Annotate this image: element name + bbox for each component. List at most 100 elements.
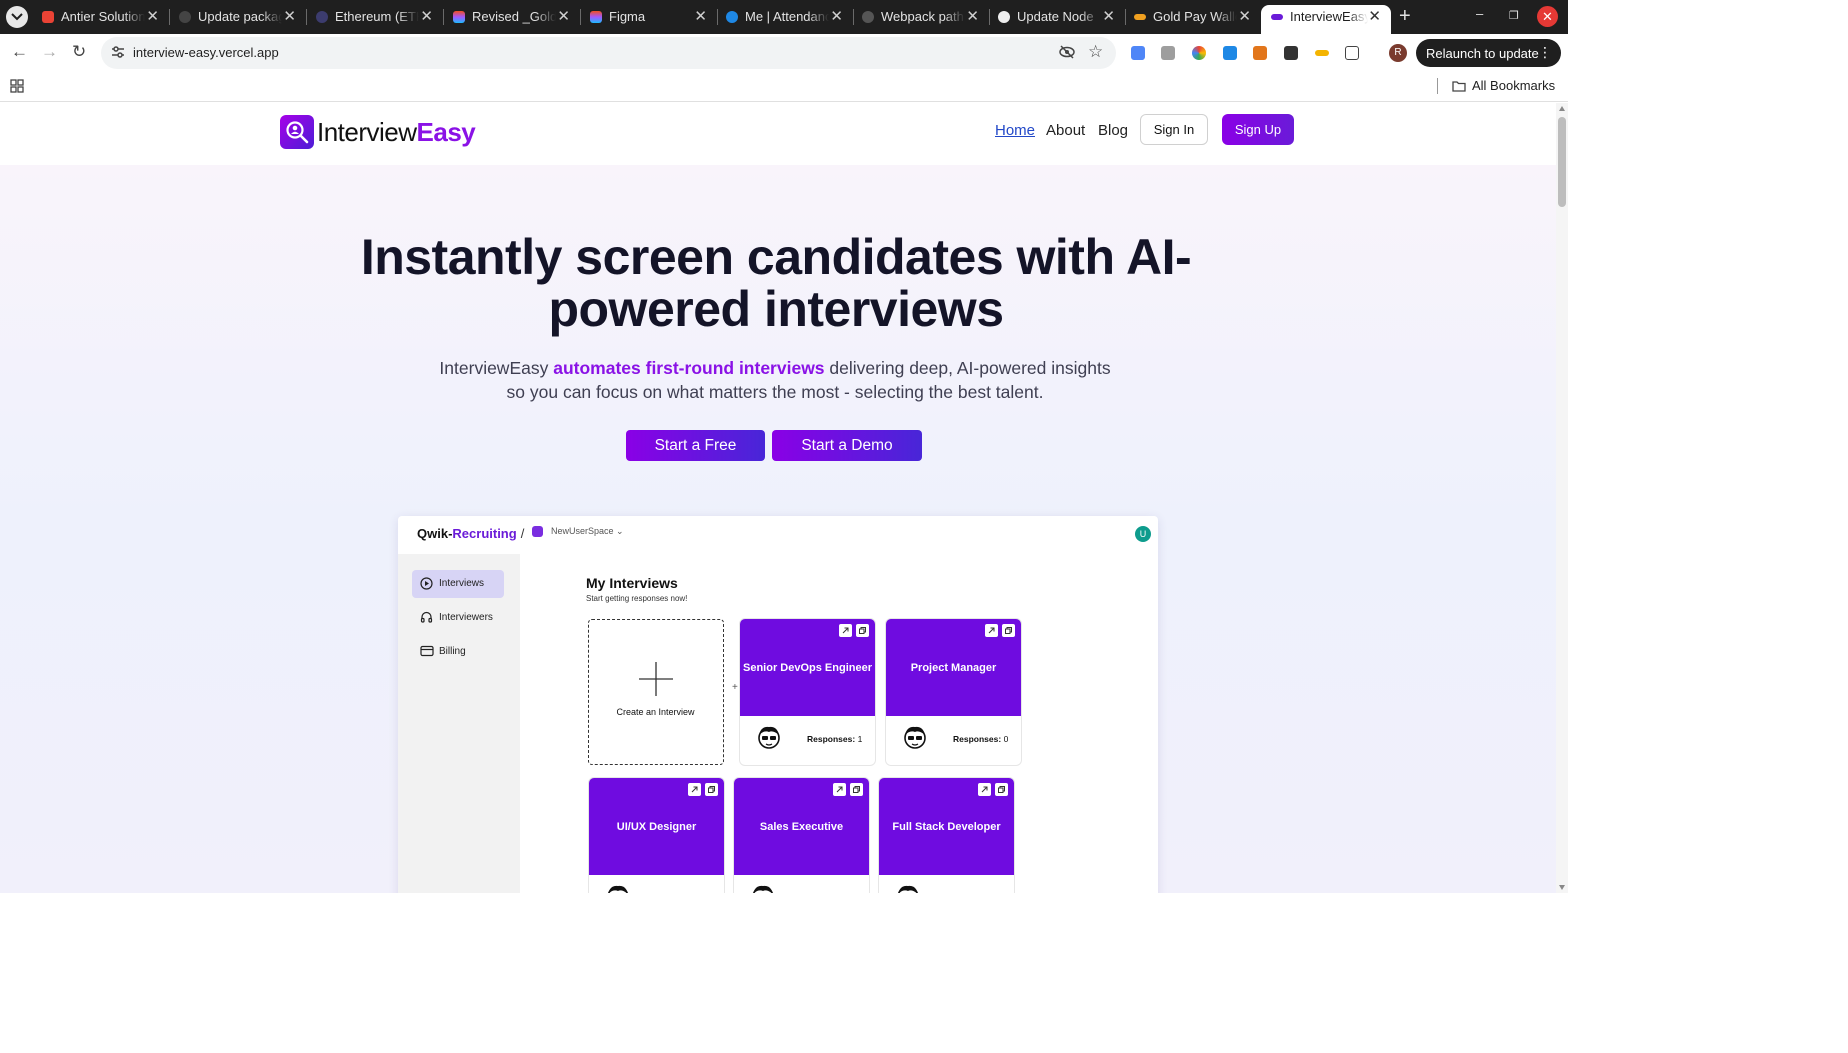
site-header: InterviewEasy Home About Blog Sign In Si… (0, 103, 1556, 165)
open-external-icon[interactable] (688, 783, 701, 796)
browser-tab[interactable]: Update packages ✕ (169, 0, 307, 34)
all-bookmarks-button[interactable]: All Bookmarks (1452, 78, 1555, 93)
browser-tab[interactable]: Revised _Gold ✕ (443, 0, 581, 34)
relaunch-button[interactable]: Relaunch to update ⋮ (1416, 39, 1561, 67)
browser-tab[interactable]: Figma ✕ (580, 0, 718, 34)
sign-in-button[interactable]: Sign In (1140, 114, 1208, 145)
sidebar-item-interviews[interactable]: Interviews (412, 570, 504, 598)
start-free-button[interactable]: Start a Free (626, 430, 765, 461)
address-bar[interactable]: interview-easy.vercel.app ☆ (101, 37, 1116, 69)
open-external-icon[interactable] (985, 624, 998, 637)
close-tab-icon[interactable]: ✕ (1368, 7, 1381, 25)
extension-blue-icon[interactable] (1223, 46, 1237, 60)
back-icon[interactable]: ← (11, 42, 28, 62)
tab-search-button[interactable] (6, 6, 28, 28)
browser-tab[interactable]: Gold Pay Wallet ✕ (1124, 0, 1261, 34)
open-external-icon[interactable] (978, 783, 991, 796)
close-tab-icon[interactable]: ✕ (557, 7, 570, 25)
copy-icon[interactable] (856, 624, 869, 637)
apps-grid-icon[interactable] (10, 79, 24, 93)
close-tab-icon[interactable]: ✕ (1238, 7, 1251, 25)
sign-up-button[interactable]: Sign Up (1222, 114, 1294, 145)
extension-chatgpt-icon[interactable] (1284, 46, 1298, 60)
responses-value: 0 (1003, 734, 1009, 744)
interview-card[interactable]: UI/UX Designer (589, 778, 724, 893)
interview-card[interactable]: Full Stack Developer (879, 778, 1014, 893)
all-bookmarks-label: All Bookmarks (1472, 78, 1556, 93)
interview-card[interactable]: Senior DevOps Engineer Responses: 1 (740, 619, 875, 765)
new-tab-icon[interactable]: + (1399, 5, 1411, 28)
nav-home-link[interactable]: Home (995, 122, 1035, 139)
window-close-icon[interactable]: ✕ (1537, 6, 1558, 27)
scrollbar-thumb[interactable] (1558, 117, 1566, 207)
sidebar-item-interviewers[interactable]: Interviewers (412, 604, 504, 632)
close-tab-icon[interactable]: ✕ (694, 7, 707, 25)
reload-icon[interactable]: ↻ (72, 42, 86, 62)
browser-tab-active[interactable]: InterviewEasy ✕ (1261, 5, 1391, 34)
magnifier-person-icon (286, 121, 309, 144)
forward-icon[interactable]: → (41, 42, 58, 62)
extension-translate-icon[interactable] (1131, 46, 1145, 60)
browser-tab[interactable]: Me | Attendance ✕ (716, 0, 854, 34)
close-tab-icon[interactable]: ✕ (830, 7, 843, 25)
workspace-selector[interactable]: NewUserSpace ⌄ (551, 526, 624, 537)
workspace-name: NewUserSpace (551, 526, 614, 536)
headset-icon (420, 611, 433, 623)
logo-part2: Easy (416, 117, 476, 147)
chevron-down-icon: ⌄ (616, 526, 624, 536)
browser-tab[interactable]: Webpack path ✕ (852, 0, 990, 34)
figma-favicon-icon (590, 11, 602, 23)
close-tab-icon[interactable]: ✕ (420, 7, 433, 25)
nav-about-link[interactable]: About (1046, 122, 1085, 139)
interviewer-avatar-icon (607, 885, 629, 893)
gmail-favicon-icon (42, 11, 54, 23)
open-external-icon[interactable] (833, 783, 846, 796)
folder-icon (1452, 81, 1466, 92)
minimize-icon[interactable]: – (1476, 6, 1483, 21)
logo-icon[interactable] (280, 115, 314, 149)
preview-brand-part1: Qwik- (417, 526, 453, 541)
app-preview: Qwik-Recruiting / NewUserSpace ⌄ U Interv… (398, 516, 1158, 893)
copy-icon[interactable] (705, 783, 718, 796)
interview-card[interactable]: Project Manager Responses: 0 (886, 619, 1021, 765)
interview-card[interactable]: Sales Executive (734, 778, 869, 893)
tab-title: Me | Attendance (745, 9, 829, 24)
copy-icon[interactable] (995, 783, 1008, 796)
hero-subtitle: InterviewEasy automates first-round inte… (430, 356, 1120, 404)
extension-gold-icon[interactable] (1315, 50, 1329, 56)
restore-icon[interactable]: ❐ (1509, 9, 1519, 22)
start-demo-button[interactable]: Start a Demo (772, 430, 922, 461)
close-tab-icon[interactable]: ✕ (1102, 7, 1115, 25)
browser-tab[interactable]: Antier Solutions ✕ (32, 0, 170, 34)
scroll-up-icon[interactable] (1559, 106, 1565, 111)
eye-off-icon[interactable] (1059, 45, 1075, 59)
metamask-icon[interactable] (1253, 46, 1267, 60)
sidebar-item-billing[interactable]: Billing (412, 638, 504, 666)
interviewer-avatar-icon (752, 885, 774, 893)
create-interview-card[interactable]: Create an Interview (588, 619, 724, 765)
open-external-icon[interactable] (839, 624, 852, 637)
logo-text[interactable]: InterviewEasy (317, 117, 476, 148)
nav-blog-link[interactable]: Blog (1098, 122, 1128, 139)
extension-camera-icon[interactable] (1161, 46, 1175, 60)
close-tab-icon[interactable]: ✕ (966, 7, 979, 25)
more-vert-icon[interactable]: ⋮ (1538, 44, 1552, 61)
site-info-icon[interactable] (111, 45, 125, 59)
hero-title: Instantly screen candidates with AI-powe… (360, 229, 1192, 337)
preview-user-avatar[interactable]: U (1135, 526, 1151, 542)
profile-avatar[interactable]: R (1389, 44, 1407, 62)
extensions-puzzle-icon[interactable] (1345, 46, 1359, 60)
browser-tab[interactable]: Update Node ✕ (988, 0, 1126, 34)
scroll-down-icon[interactable] (1559, 885, 1565, 890)
bookmark-star-icon[interactable]: ☆ (1088, 42, 1103, 62)
close-tab-icon[interactable]: ✕ (283, 7, 296, 25)
copy-icon[interactable] (850, 783, 863, 796)
copy-icon[interactable] (1002, 624, 1015, 637)
browser-tab[interactable]: Ethereum (ETH) ✕ (306, 0, 444, 34)
page-scrollbar[interactable] (1556, 103, 1568, 893)
breadcrumb-separator: / (520, 526, 525, 541)
preview-brand: Qwik-Recruiting / (417, 526, 524, 541)
close-tab-icon[interactable]: ✕ (146, 7, 159, 25)
extension-color-icon[interactable] (1192, 46, 1206, 60)
responses-label: Responses: (807, 734, 856, 744)
